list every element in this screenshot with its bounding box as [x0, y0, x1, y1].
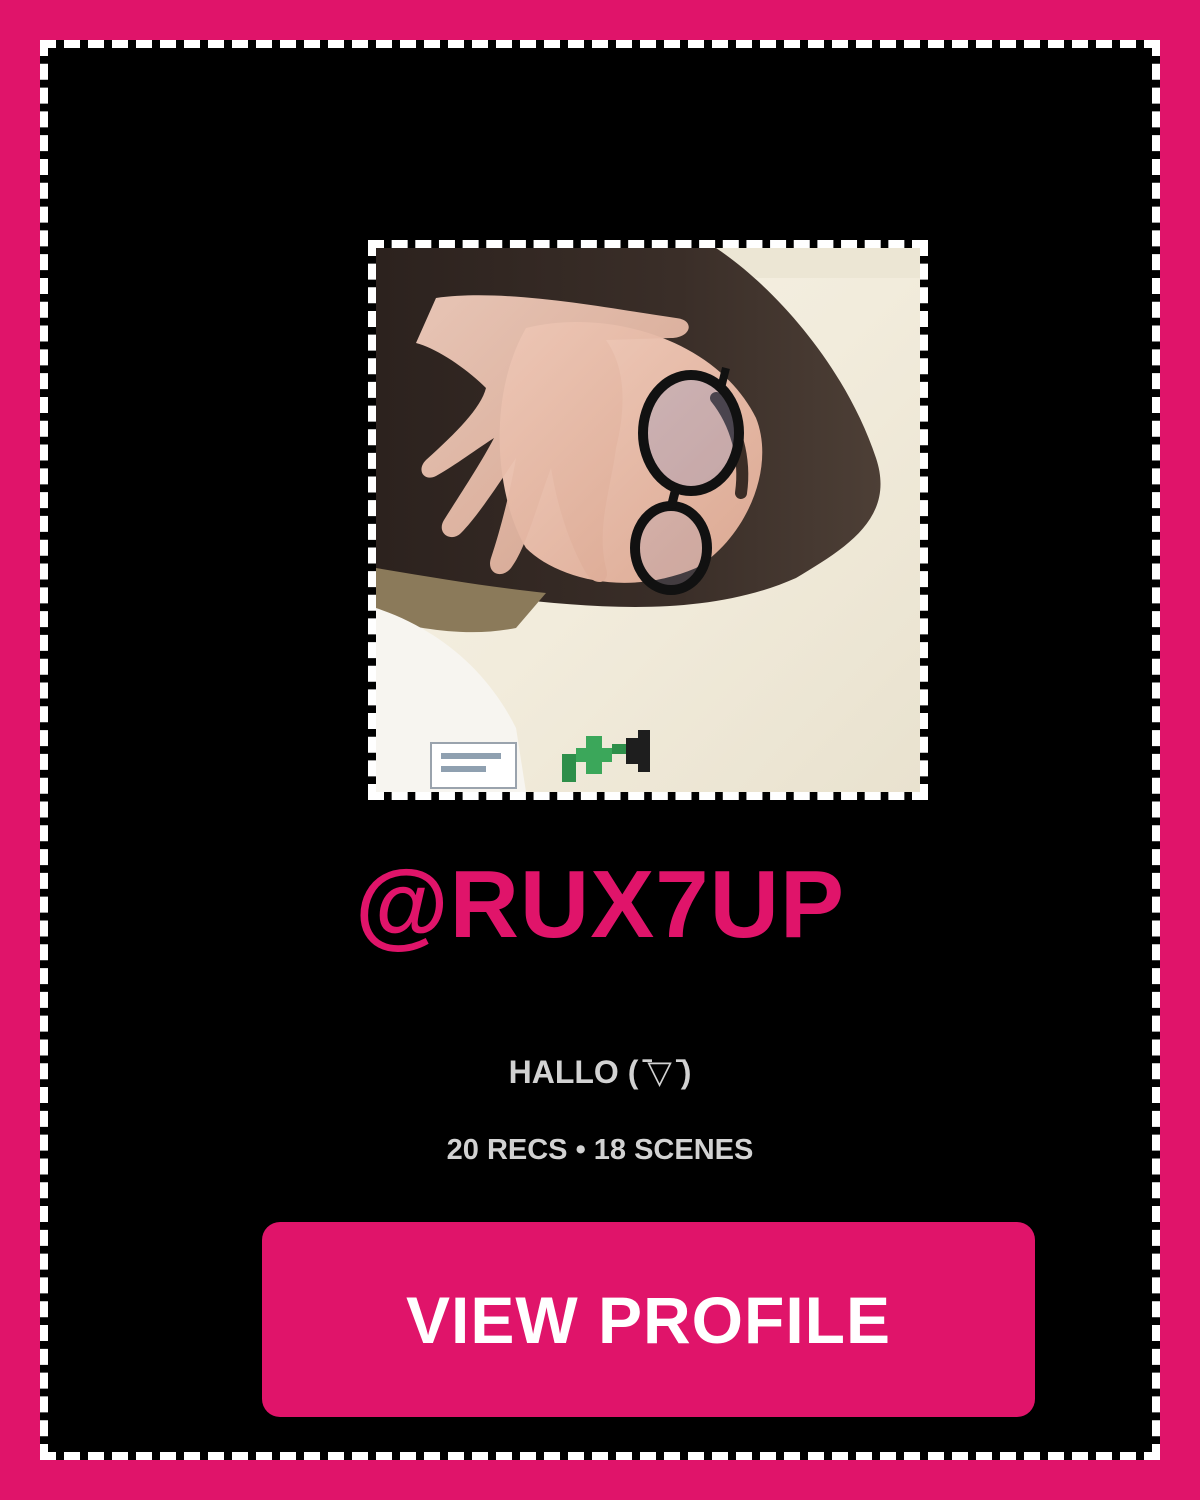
- profile-stats: 20 RECS • 18 SCENES: [446, 1134, 754, 1166]
- avatar-frame: [368, 240, 928, 800]
- view-profile-button-label: VIEW PROFILE: [405, 1282, 892, 1357]
- username: @RUX7UP: [354, 851, 846, 958]
- profile-card: @RUX7UP HALLO ( ̄▽ ̄) 20 RECS • 18 SCENE…: [40, 40, 1160, 1460]
- profile-bio: HALLO ( ̄▽ ̄): [508, 1054, 692, 1090]
- view-profile-button[interactable]: VIEW PROFILE: [262, 1222, 1035, 1417]
- profile-card-page: @RUX7UP HALLO ( ̄▽ ̄) 20 RECS • 18 SCENE…: [0, 0, 1200, 1500]
- avatar-photo: [376, 248, 920, 792]
- avatar: [376, 248, 920, 792]
